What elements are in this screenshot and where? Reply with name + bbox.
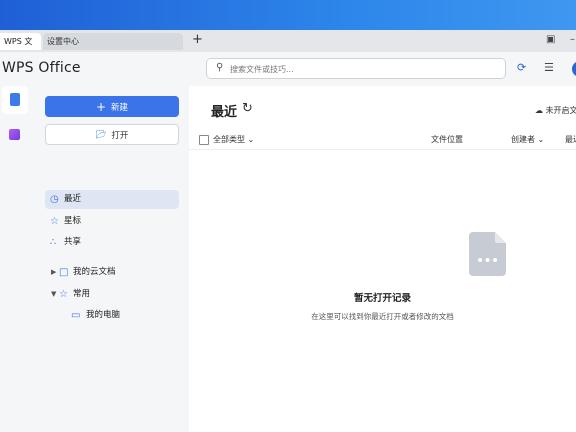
sidebar-item-label: 最近 [64, 194, 82, 204]
expand-arrow-icon[interactable]: ▶ [51, 263, 56, 282]
menu-icon[interactable]: ☰ [544, 61, 554, 74]
sidebar: + 新建 📂︎ 打开 ◷ 最近 ☆ 星标 ∴ 共享 ▶ □ 我的云文档 ▼ ☆ … [36, 86, 189, 432]
tab-bar: WPS 文字 设置中心 + ▣ – [0, 30, 576, 63]
left-rail [0, 86, 36, 432]
search-placeholder: 搜索文件或技巧... [230, 65, 294, 74]
sidebar-item-label: 共享 [64, 237, 82, 247]
sidebar-item-common[interactable]: ▼ ☆ 常用 [45, 285, 179, 304]
apps-icon[interactable] [9, 129, 20, 140]
select-all-checkbox[interactable] [199, 135, 209, 145]
folder-icon: □ [59, 267, 69, 278]
sidebar-item-shared[interactable]: ∴ 共享 [45, 233, 179, 252]
main-panel: 最近 ↻ ☁ 未开启文 全部类型 ⌄ 文件位置 创建者 ⌄ 最近 [189, 86, 576, 432]
star-icon: ☆ [50, 216, 59, 227]
search-input[interactable]: ⚲ 搜索文件或技巧... [206, 58, 506, 79]
tab-settings-center[interactable]: 设置中心 [43, 33, 183, 50]
cloud-status[interactable]: ☁ 未开启文 [535, 105, 576, 116]
minimize-icon[interactable]: – [570, 34, 575, 45]
pin-icon: ☆ [59, 289, 68, 300]
sidebar-item-label: 我的电脑 [86, 310, 121, 320]
chevron-down-icon: ⌄ [247, 135, 255, 144]
cloud-off-icon: ☁ [535, 106, 543, 115]
column-label: 创建者 [511, 135, 535, 144]
folder-open-icon: 📂︎ [95, 129, 107, 140]
column-recent[interactable]: 最近 [565, 134, 576, 145]
new-label: 新建 [111, 102, 129, 113]
app-window: WPS 文字 设置中心 + ▣ – WPS Office ⚲ 搜索文件或技巧..… [0, 30, 576, 432]
sidebar-item-recent[interactable]: ◷ 最近 [45, 190, 179, 209]
sidebar-item-label: 常用 [73, 289, 91, 299]
avatar[interactable] [572, 61, 576, 77]
sync-icon[interactable]: ⟳ [517, 61, 526, 74]
sidebar-item-my-computer[interactable]: ▭ 我的电脑 [45, 306, 179, 325]
tab-wps-writer[interactable]: WPS 文字 [0, 33, 41, 63]
document-icon [10, 93, 20, 106]
plus-icon: + [95, 99, 107, 114]
empty-file-icon [469, 232, 506, 276]
empty-state-subtitle: 在这里可以找到你最近打开或者修改的文档 [311, 312, 454, 321]
search-icon: ⚲ [216, 62, 224, 73]
rail-documents-button[interactable] [2, 86, 28, 114]
clock-icon: ◷ [50, 194, 59, 205]
add-tab-button[interactable]: + [192, 32, 203, 47]
app-logo: WPS Office [2, 60, 81, 76]
refresh-icon[interactable]: ↻ [242, 101, 253, 116]
desktop-background [0, 0, 576, 30]
column-file-location: 文件位置 [431, 135, 463, 144]
empty-state-title: 暂无打开记录 [353, 293, 411, 304]
open-button[interactable]: 📂︎ 打开 [45, 124, 179, 145]
sidebar-item-label: 星标 [64, 216, 82, 226]
page-title: 最近 [211, 105, 238, 120]
column-creator[interactable]: 创建者 ⌄ [511, 134, 544, 145]
tab-label: 设置中心 [47, 37, 79, 46]
filter-all-types[interactable]: 全部类型 ⌄ [213, 134, 254, 145]
app-header: WPS Office ⚲ 搜索文件或技巧... ⟳ ☰ [0, 52, 576, 86]
sidebar-item-starred[interactable]: ☆ 星标 [45, 212, 179, 231]
computer-icon: ▭ [71, 310, 81, 321]
cloud-status-label: 未开启文 [545, 106, 576, 115]
collapse-arrow-icon[interactable]: ▼ [51, 285, 56, 304]
column-label: 全部类型 [213, 135, 245, 144]
sidebar-item-cloud-docs[interactable]: ▶ □ 我的云文档 [45, 263, 179, 282]
chevron-down-icon: ⌄ [537, 135, 545, 144]
share-icon: ∴ [50, 237, 57, 248]
open-label: 打开 [111, 130, 129, 141]
column-header-row: 全部类型 ⌄ 文件位置 创建者 ⌄ 最近 [189, 129, 576, 150]
restore-window-icon[interactable]: ▣ [546, 34, 555, 45]
sidebar-item-label: 我的云文档 [73, 267, 116, 277]
new-button[interactable]: + 新建 [45, 96, 179, 117]
